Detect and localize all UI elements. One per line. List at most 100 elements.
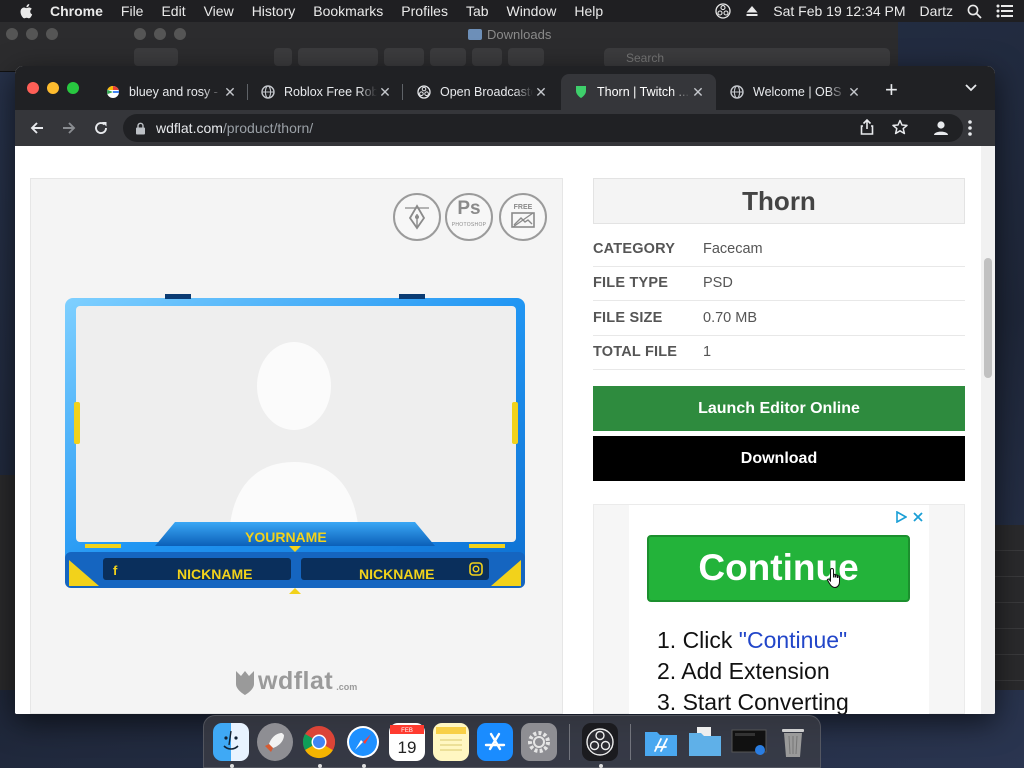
profile-avatar-icon[interactable]	[931, 118, 951, 138]
product-specs: CATEGORY Facecam FILE TYPE PSD FILE SIZE…	[593, 232, 965, 370]
downloads-folder-icon[interactable]	[687, 723, 723, 761]
menubar-user[interactable]: Dartz	[920, 3, 953, 19]
tab-title: Thorn | Twitch ...	[597, 85, 689, 99]
tab-close-icon[interactable]: ✕	[846, 84, 862, 101]
chrome-window: bluey and rosy - ✕ Roblox Free Robux ✕ O…	[15, 66, 995, 714]
tab-title: Roblox Free Robux	[284, 85, 377, 99]
web-page: Ps PHOTOSHOP FREE f YOURNAME NICKNAME NI…	[15, 146, 995, 714]
calendar-icon[interactable]: FEB 19	[389, 722, 426, 761]
notes-icon[interactable]	[433, 722, 470, 761]
wdflat-logo: wdflat .com	[235, 667, 357, 696]
url-host: wdflat.com	[156, 120, 223, 136]
reload-icon[interactable]	[91, 118, 111, 138]
adchoices-play-icon[interactable]	[895, 511, 907, 523]
advertisement: Continue 1. Click "Continue" 2. Add Exte…	[593, 504, 965, 714]
finder-icon[interactable]	[213, 722, 250, 768]
download-button[interactable]: Download	[593, 436, 965, 481]
address-bar[interactable]: wdflat.com/product/thorn/	[123, 114, 963, 142]
minimize-window-button[interactable]	[47, 82, 59, 94]
ad-continue-button[interactable]: Continue	[647, 535, 910, 602]
menu-profiles[interactable]: Profiles	[401, 3, 448, 19]
photoshop-icon: Ps PHOTOSHOP	[445, 193, 493, 241]
free-image-icon: FREE	[499, 193, 547, 241]
spotlight-search-icon[interactable]	[967, 4, 982, 19]
tab-welcome-obs[interactable]: Welcome | OBS ✕	[717, 74, 872, 110]
folder-icon	[468, 29, 482, 40]
product-preview: Ps PHOTOSHOP FREE f YOURNAME NICKNAME NI…	[30, 178, 563, 714]
applications-folder-icon[interactable]	[643, 723, 679, 761]
dock-separator	[569, 723, 571, 760]
ad-creative[interactable]: Continue 1. Click "Continue" 2. Add Exte…	[629, 505, 929, 714]
ad-close-icon[interactable]	[913, 512, 923, 522]
globe-icon	[729, 84, 745, 100]
overlay-nickname-left-text: NICKNAME	[177, 566, 253, 582]
ad-controls	[895, 511, 923, 523]
menu-view[interactable]: View	[204, 3, 234, 19]
forward-arrow-icon[interactable]	[59, 118, 79, 138]
tab-open-broadcaster[interactable]: Open Broadcaster ✕	[404, 74, 559, 110]
tab-title: Welcome | OBS	[753, 85, 842, 99]
tab-search-chevron-down-icon[interactable]	[965, 84, 977, 92]
tab-roblox[interactable]: Roblox Free Robux ✕	[248, 74, 403, 110]
spec-row-file-type: FILE TYPE PSD	[593, 267, 965, 301]
obs-icon	[416, 84, 432, 100]
obs-studio-icon[interactable]	[582, 722, 619, 768]
pen-tool-icon	[393, 193, 441, 241]
svg-text:FEB: FEB	[401, 728, 413, 734]
page-scrollbar[interactable]	[981, 146, 995, 714]
tab-close-icon[interactable]: ✕	[533, 84, 549, 101]
browser-toolbar: wdflat.com/product/thorn/	[15, 110, 995, 146]
tab-title: bluey and rosy -	[129, 85, 218, 99]
tab-close-icon[interactable]: ✕	[690, 84, 706, 101]
overlay-yourname-text: YOURNAME	[245, 529, 327, 545]
tab-title: Open Broadcaster	[440, 85, 533, 99]
menu-bookmarks[interactable]: Bookmarks	[313, 3, 383, 19]
background-window-edge-right	[995, 525, 1024, 690]
finder-toolbar	[134, 48, 544, 66]
background-window-edge	[0, 475, 15, 690]
tab-close-icon[interactable]: ✕	[377, 84, 393, 101]
control-center-icon[interactable]	[996, 4, 1014, 18]
obs-status-icon[interactable]	[715, 3, 731, 19]
launch-editor-online-button[interactable]: Launch Editor Online	[593, 386, 965, 431]
apple-icon[interactable]	[18, 2, 36, 20]
share-icon[interactable]	[860, 119, 874, 135]
menu-history[interactable]: History	[252, 3, 296, 19]
safari-compass-icon[interactable]	[345, 723, 381, 768]
menu-tab[interactable]: Tab	[466, 3, 489, 19]
close-window-button[interactable]	[27, 82, 39, 94]
new-tab-plus-icon[interactable]: +	[885, 79, 898, 101]
tab-thorn-active[interactable]: Thorn | Twitch ... ✕	[561, 74, 716, 110]
screen-recording-thumbnail-icon[interactable]	[731, 723, 767, 761]
menu-file[interactable]: File	[121, 3, 144, 19]
chrome-icon[interactable]	[301, 723, 337, 768]
wdflat-icon	[573, 84, 589, 100]
menu-help[interactable]: Help	[574, 3, 603, 19]
lock-icon[interactable]	[135, 122, 146, 135]
tab-close-icon[interactable]: ✕	[222, 84, 238, 101]
trash-icon[interactable]	[775, 723, 811, 761]
back-arrow-icon[interactable]	[27, 118, 47, 138]
launchpad-rocket-icon[interactable]	[257, 722, 294, 761]
bookmark-star-icon[interactable]	[892, 119, 908, 135]
more-menu-icon[interactable]	[967, 118, 973, 138]
tab-strip: bluey and rosy - ✕ Roblox Free Robux ✕ O…	[15, 66, 995, 110]
app-store-icon[interactable]	[477, 722, 514, 761]
finder-search-field[interactable]: Search	[604, 48, 890, 68]
scrollbar-thumb[interactable]	[984, 258, 992, 378]
spec-row-file-size: FILE SIZE 0.70 MB	[593, 301, 965, 336]
google-icon	[105, 84, 121, 100]
menu-app-name[interactable]: Chrome	[50, 3, 103, 19]
zoom-window-button[interactable]	[67, 82, 79, 94]
menu-edit[interactable]: Edit	[161, 3, 185, 19]
menu-window[interactable]: Window	[507, 3, 557, 19]
url-path: /product/thorn/	[222, 120, 314, 136]
product-info-panel: Thorn CATEGORY Facecam FILE TYPE PSD FIL…	[593, 178, 965, 481]
tab-bluey[interactable]: bluey and rosy - ✕	[93, 74, 248, 110]
finder-traffic-lights-2	[134, 28, 186, 40]
wdflat-shield-icon	[236, 671, 254, 695]
menubar-clock[interactable]: Sat Feb 19 12:34 PM	[773, 3, 905, 19]
window-controls	[27, 82, 79, 94]
system-preferences-gear-icon[interactable]	[521, 722, 558, 761]
eject-icon[interactable]	[745, 4, 759, 18]
